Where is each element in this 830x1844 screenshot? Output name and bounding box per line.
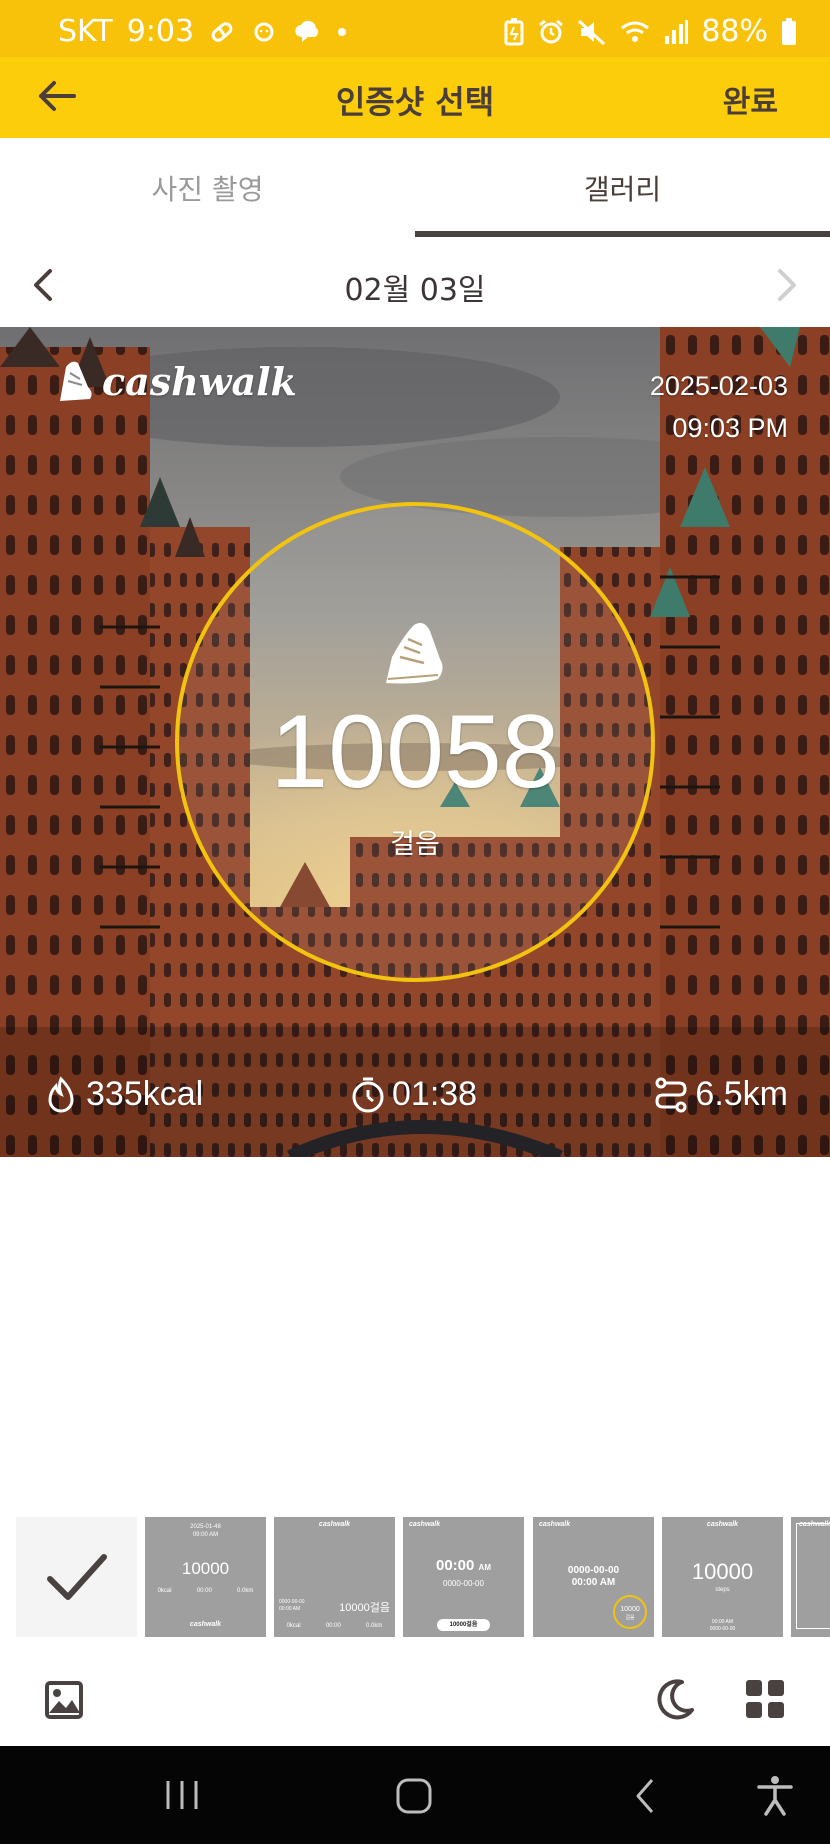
template-thumb[interactable]: cashwalk	[791, 1517, 830, 1637]
date-navigator: 02월 03일	[0, 250, 830, 320]
wifi-icon	[621, 21, 650, 42]
thumb-badge-label: 걸음	[625, 1615, 635, 1621]
sun-face-icon	[254, 22, 274, 41]
thumb-brand: cashwalk	[706, 1521, 739, 1528]
thumb-dur: 00:00	[325, 1623, 341, 1629]
step-unit: 걸음	[390, 829, 440, 860]
thumb-time: 00:00 AM	[711, 1619, 734, 1625]
photo-date: 2025-02-03	[649, 371, 788, 401]
thumb-brand: cashwalk	[189, 1621, 222, 1628]
tab-gallery[interactable]: 갤러리	[415, 138, 830, 238]
thumb-date: 0000-00-00	[567, 1565, 620, 1576]
template-thumb[interactable]: cashwalk 10000 steps 00:00 AM 0000-00-00	[662, 1517, 783, 1637]
system-nav-bar	[0, 1746, 830, 1844]
flame-icon	[48, 1075, 74, 1112]
tab-indicator	[415, 231, 830, 237]
calorie-stat: 335kcal	[44, 1075, 203, 1114]
thumb-pill: 10000걸음	[437, 1619, 490, 1631]
distance-value: 6.5km	[695, 1075, 788, 1113]
template-thumb[interactable]: cashwalk 0000-00-00 00:00 AM 10000걸음 0kc…	[274, 1517, 395, 1637]
photo-datetime: 2025-02-03 09:03 PM	[650, 365, 788, 449]
status-right: 88%	[503, 14, 798, 49]
thumb-kcal: 0kcal	[286, 1623, 301, 1629]
tab-bar: 사진 촬영 갤러리	[0, 138, 830, 238]
battery-percent: 88%	[701, 14, 768, 49]
thumb-dur: 00:00	[196, 1588, 212, 1594]
distance-stat: 6.5km	[653, 1075, 788, 1114]
chat-cloud-icon	[295, 20, 319, 42]
signal-icon	[665, 19, 689, 44]
thumb-dist: 0.0km	[366, 1623, 383, 1629]
thumb-steps: 10000	[181, 1559, 230, 1578]
mute-icon	[578, 19, 606, 45]
thumb-kcal: 0kcal	[157, 1588, 172, 1594]
status-left: SKT 9:03	[58, 14, 348, 49]
clock-label: 9:03	[126, 14, 195, 49]
duration-value: 01:38	[392, 1075, 478, 1113]
template-thumb[interactable]: 2025-01-48 09:00 AM 10000 0kcal 00:00 0.…	[145, 1517, 266, 1637]
pill-icon	[211, 21, 233, 42]
thumb-clock: 00:00	[436, 1557, 475, 1574]
certification-photo[interactable]: cashwalk 2025-02-03 09:03 PM 10058 걸음 33…	[0, 327, 830, 1157]
template-thumb-selected[interactable]	[16, 1517, 137, 1637]
thumb-time: 00:00 AM	[279, 1606, 301, 1612]
sneaker-icon	[386, 623, 443, 684]
page-title: 인증샷 선택	[335, 83, 495, 121]
app-bar: 인증샷 선택 완료	[0, 57, 830, 138]
route-icon	[655, 1077, 687, 1112]
thumb-brand: cashwalk	[409, 1521, 441, 1528]
done-button[interactable]: 완료	[723, 77, 778, 121]
image-icon[interactable]	[44, 1680, 84, 1720]
thumb-time: 00:00 AM	[571, 1577, 616, 1588]
back-icon[interactable]	[630, 1776, 660, 1816]
tab-take-photo[interactable]: 사진 촬영	[0, 138, 415, 238]
battery-saver-icon	[504, 17, 524, 45]
thumb-brand: cashwalk	[318, 1521, 351, 1528]
template-filmstrip: 2025-01-48 09:00 AM 10000 0kcal 00:00 0.…	[0, 1517, 830, 1639]
chevron-right-icon[interactable]	[772, 266, 802, 304]
thumb-step-badge: 10000 걸음	[613, 1595, 647, 1629]
photo-time: 09:03 PM	[672, 413, 788, 443]
shoe-icon	[60, 361, 92, 401]
thumb-unit: steps	[715, 1587, 730, 1593]
thumb-brand: cashwalk	[799, 1521, 830, 1528]
thumb-date: 0000-00-00	[279, 1599, 305, 1605]
template-thumb[interactable]: cashwalk 00:00 AM 0000-00-00 10000걸음	[403, 1517, 524, 1637]
brand-logo: cashwalk	[50, 357, 297, 405]
step-count: 10058	[270, 694, 560, 810]
home-icon[interactable]	[394, 1776, 434, 1816]
battery-icon	[782, 17, 796, 45]
thumb-badge-steps: 10000	[620, 1606, 640, 1613]
accessibility-icon[interactable]	[756, 1774, 794, 1816]
thumb-time: 09:00 AM	[192, 1532, 219, 1538]
thumb-date: 0000-00-00	[709, 1626, 736, 1632]
date-label: 02월 03일	[344, 273, 486, 308]
carrier-label: SKT	[58, 14, 113, 49]
stopwatch-icon	[352, 1077, 384, 1112]
thumb-date: 0000-00-00	[443, 1579, 484, 1588]
bottom-toolbar	[0, 1650, 830, 1750]
dot-icon	[338, 27, 347, 36]
alarm-icon	[539, 19, 564, 43]
calorie-value: 335kcal	[86, 1075, 204, 1113]
duration-stat: 01:38	[350, 1075, 477, 1114]
thumb-date: 2025-01-48	[190, 1524, 221, 1530]
grid-icon[interactable]	[744, 1678, 786, 1720]
checkmark-icon	[47, 1554, 107, 1600]
template-thumb[interactable]: cashwalk 0000-00-00 00:00 AM 10000 걸음	[533, 1517, 654, 1637]
brand-name: cashwalk	[102, 358, 297, 404]
thumb-brand: cashwalk	[539, 1521, 571, 1528]
recent-apps-icon[interactable]	[162, 1778, 202, 1812]
thumb-steps: 10000걸음	[339, 1602, 390, 1614]
thumb-steps: 10000	[691, 1559, 754, 1584]
moon-icon[interactable]	[652, 1676, 698, 1722]
thumb-dist: 0.0km	[237, 1588, 254, 1594]
thumb-ampm: AM	[478, 1563, 491, 1572]
